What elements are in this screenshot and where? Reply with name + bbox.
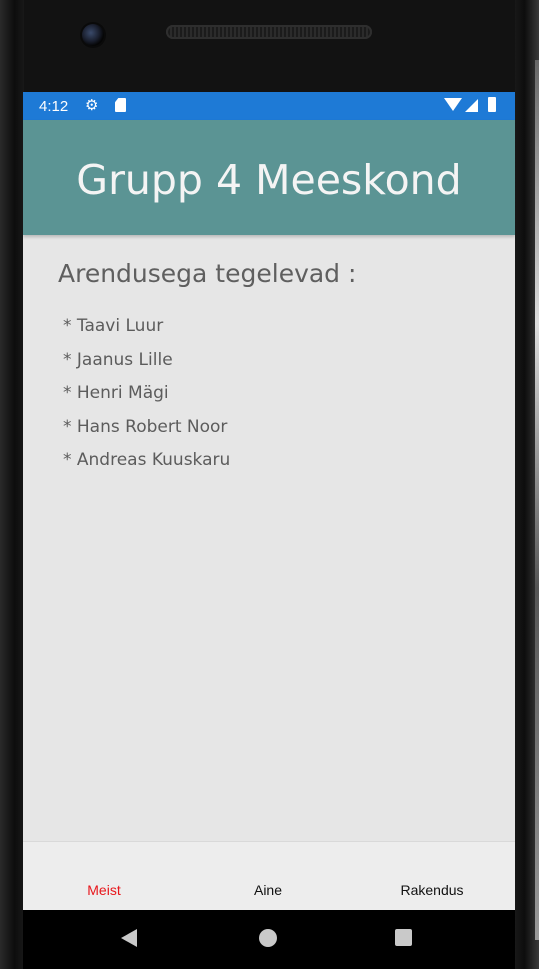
status-time: 4:12 (39, 98, 69, 115)
tab-meist[interactable]: Meist (44, 882, 164, 898)
home-icon[interactable] (259, 929, 277, 947)
phone-device: 4:12 ⚙ Grupp 4 Meeskond Arendusega tegel… (0, 0, 539, 969)
system-navigation-bar (23, 910, 515, 969)
app-bar: Grupp 4 Meeskond (23, 120, 515, 235)
gear-icon: ⚙ (85, 97, 99, 114)
battery-icon (488, 97, 496, 112)
bezel-left (0, 0, 24, 969)
tab-rakendus[interactable]: Rakendus (372, 882, 492, 898)
list-item: * Hans Robert Noor (63, 416, 228, 437)
main-content: Arendusega tegelevad : * Taavi Luur * Ja… (23, 235, 515, 841)
front-camera (82, 24, 104, 46)
bottom-navigation: Meist Aine Rakendus (23, 841, 515, 910)
list-item: * Henri Mägi (63, 383, 169, 403)
team-member-list: * Taavi Luur * Jaanus Lille * Henri Mägi… (63, 315, 230, 483)
list-item: * Jaanus Lille (63, 349, 173, 370)
sd-card-icon (115, 98, 126, 112)
list-item: * Andreas Kuuskaru (63, 450, 231, 470)
screen: 4:12 ⚙ Grupp 4 Meeskond Arendusega tegel… (23, 92, 515, 910)
list-item: * Taavi Luur (63, 316, 164, 336)
device-side-strip (535, 60, 539, 940)
status-bar: 4:12 ⚙ (23, 92, 515, 120)
cell-signal-icon (465, 99, 478, 112)
tab-aine[interactable]: Aine (208, 882, 328, 898)
wifi-icon (444, 98, 462, 111)
section-heading: Arendusega tegelevad : (58, 259, 357, 288)
app-title: Grupp 4 Meeskond (76, 156, 462, 204)
recents-icon[interactable] (395, 929, 412, 946)
earpiece-speaker (166, 25, 372, 39)
back-icon[interactable] (121, 929, 137, 947)
